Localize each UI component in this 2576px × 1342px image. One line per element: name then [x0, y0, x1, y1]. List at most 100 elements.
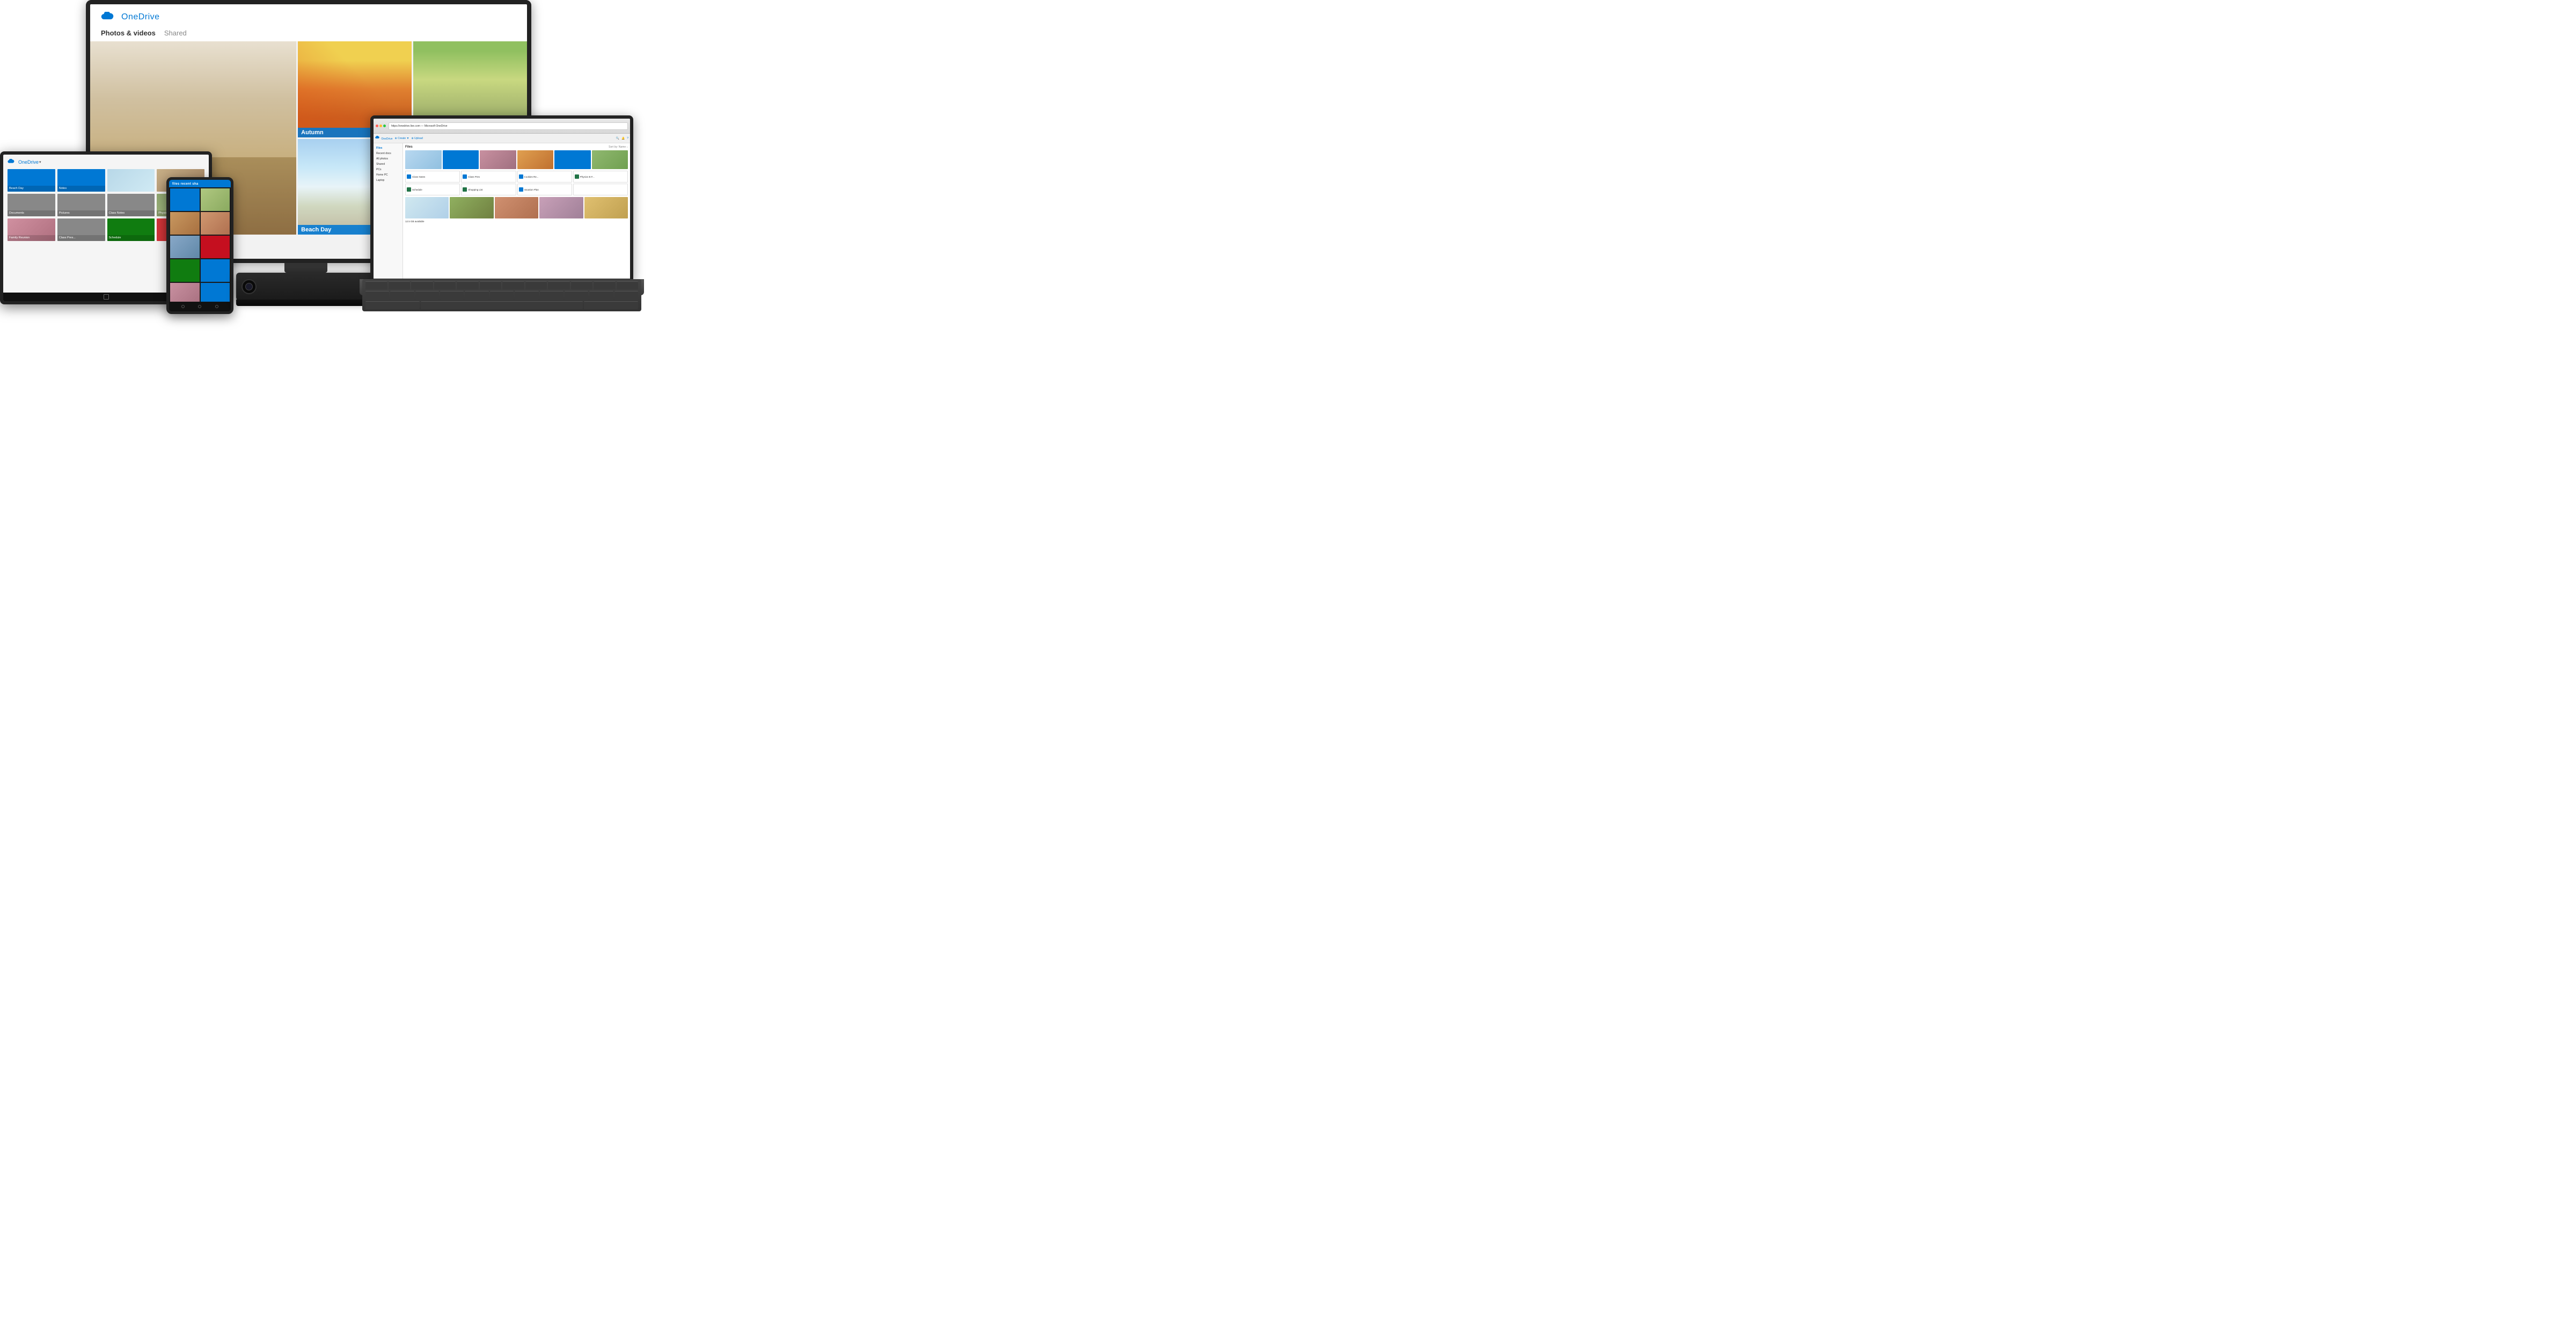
browser-toolbar: OneDrive ⊕ Create ▼ ⊕ Upload 🔍 🔔 ?: [374, 134, 630, 143]
key: [614, 291, 638, 299]
tv-stand: [284, 263, 327, 273]
tablet-tile-pictures[interactable]: Pictures: [57, 194, 105, 216]
tablet-tile-familyreunion[interactable]: Family Reunion: [8, 218, 55, 241]
browser-thumb-beach[interactable]: [405, 150, 442, 169]
doc-label-shoppinglist: Shopping List: [468, 188, 482, 191]
close-window-button[interactable]: [376, 125, 378, 127]
browser-doc-physicsb[interactable]: Physics B F...: [573, 171, 628, 183]
key: [440, 291, 464, 299]
laptop: https://onedrive.live.com — Microsoft On…: [360, 115, 644, 330]
key: [525, 281, 547, 289]
minimize-window-button[interactable]: [379, 125, 382, 127]
key-space-start: [365, 301, 420, 309]
browser-thumb-family[interactable]: [480, 150, 516, 169]
key: [415, 291, 439, 299]
tablet-tile-documents[interactable]: Documents: [8, 194, 55, 216]
tv-nav-photos[interactable]: Photos & videos: [101, 29, 156, 37]
key: [480, 281, 502, 289]
sidebar-item-files[interactable]: Files: [375, 145, 401, 151]
doc-icon-vacationplan: [519, 187, 523, 192]
key: [548, 281, 570, 289]
browser-thumb-more[interactable]: [554, 150, 591, 169]
tablet-header: OneDrive ▾: [8, 159, 204, 165]
tv-nav: Photos & videos Shared: [90, 26, 527, 41]
tablet-tile-familyreunion-label: Family Reunion: [8, 235, 55, 241]
browser-doc-cookierecipe[interactable]: Cookies Re...: [517, 171, 572, 183]
upload-button[interactable]: ⊕ Upload: [411, 137, 422, 140]
doc-icon-shoppinglist: [463, 187, 467, 192]
key: [389, 281, 411, 289]
browser-thumb-doc[interactable]: [443, 150, 479, 169]
browser-sidebar: Files Recent docs All photos Shared PCs …: [374, 143, 403, 279]
browser-doc-classnotes[interactable]: Class Notes: [405, 171, 460, 183]
browser-main-area: Files Sort by: Name ↓: [403, 143, 630, 279]
tablet-tile-notes-label: Notes: [57, 186, 105, 192]
phone-tile-8[interactable]: [201, 259, 230, 282]
browser-docs-grid: Class Notes Class Pres Cookies Re...: [405, 171, 628, 195]
key: [565, 291, 588, 299]
browser-photo-strip-4[interactable]: [539, 197, 583, 218]
browser-photo-strip-3[interactable]: [495, 197, 538, 218]
search-icon[interactable]: 🔍: [616, 137, 619, 140]
tablet-tile-classnotes-label: Class Notes: [107, 210, 155, 216]
keyboard-row-3: [365, 301, 638, 309]
doc-icon-schedule: [407, 187, 411, 192]
browser-doc-classpres[interactable]: Class Pres: [461, 171, 516, 183]
sidebar-item-pcs[interactable]: PCs: [375, 167, 401, 172]
phone-search-button[interactable]: [215, 305, 218, 308]
phone-tile-6[interactable]: [201, 236, 230, 258]
doc-icon-classnotes: [407, 174, 411, 179]
sidebar-item-laptop[interactable]: Laptop: [375, 178, 401, 183]
browser-traffic-lights: [376, 125, 386, 127]
sidebar-item-shared[interactable]: Shared: [375, 162, 401, 167]
tablet-tile-beachday[interactable]: Beach Day: [8, 169, 55, 192]
doc-label-vacationplan: Vacation Plan: [524, 188, 539, 191]
browser-photo-strip-1[interactable]: [405, 197, 449, 218]
key: [594, 281, 616, 289]
browser-photo-strip-2[interactable]: [450, 197, 493, 218]
sidebar-item-allphotos[interactable]: All photos: [375, 156, 401, 162]
browser-photo-strip-5[interactable]: [584, 197, 628, 218]
phone-tile-7[interactable]: [170, 259, 200, 282]
tablet-tile-classpres[interactable]: Class Pres...: [57, 218, 105, 241]
tablet-tile-photo1[interactable]: [107, 169, 155, 192]
laptop-screen-bezel: https://onedrive.live.com — Microsoft On…: [370, 115, 633, 282]
browser-doc-shoppinglist[interactable]: Shopping List: [461, 184, 516, 195]
key: [490, 291, 514, 299]
doc-icon-cookierecipe: [519, 174, 523, 179]
phone-home-button[interactable]: [198, 305, 201, 308]
key: [589, 291, 613, 299]
phone-bottom-bar: [169, 302, 231, 311]
phone-header-text: files recent sha: [172, 183, 228, 186]
phone-back-button[interactable]: [181, 305, 185, 308]
phone-tile-5[interactable]: [170, 236, 200, 258]
sidebar-item-recentdocs[interactable]: Recent docs: [375, 151, 401, 156]
phone-tile-4[interactable]: [201, 212, 230, 235]
doc-label-classpres: Class Pres: [468, 176, 480, 178]
browser-doc-vacationplan[interactable]: Vacation Plan: [517, 184, 572, 195]
help-icon[interactable]: ?: [627, 137, 628, 140]
key-spacebar[interactable]: [421, 301, 583, 309]
browser-thumb-photo[interactable]: [592, 150, 628, 169]
tablet-tile-classnotes[interactable]: Class Notes: [107, 194, 155, 216]
phone-tile-1[interactable]: [170, 188, 200, 211]
browser-address-bar[interactable]: https://onedrive.live.com — Microsoft On…: [389, 122, 628, 130]
browser-thumb-autumn[interactable]: [517, 150, 554, 169]
browser-storage-info: 12.5 GB available: [405, 220, 628, 223]
browser-sort-label[interactable]: Sort by: Name ↓: [609, 145, 628, 149]
tablet-tile-schedule[interactable]: Schedule: [107, 218, 155, 241]
sidebar-item-homepc[interactable]: Home PC: [375, 172, 401, 178]
maximize-window-button[interactable]: [383, 125, 386, 127]
phone-tile-grid: [169, 187, 231, 307]
tablet-windows-button[interactable]: [104, 294, 109, 300]
tablet-tile-classpres-label: Class Pres...: [57, 235, 105, 241]
browser-doc-schedule[interactable]: Schedule: [405, 184, 460, 195]
create-button[interactable]: ⊕ Create ▼: [395, 137, 409, 140]
notification-icon[interactable]: 🔔: [621, 137, 625, 140]
phone-tile-2[interactable]: [201, 188, 230, 211]
tablet-tile-notes[interactable]: Notes: [57, 169, 105, 192]
phone-tile-3[interactable]: [170, 212, 200, 235]
tablet-cloud-icon: [8, 159, 16, 165]
key: [434, 281, 456, 289]
tv-nav-shared[interactable]: Shared: [164, 29, 187, 37]
